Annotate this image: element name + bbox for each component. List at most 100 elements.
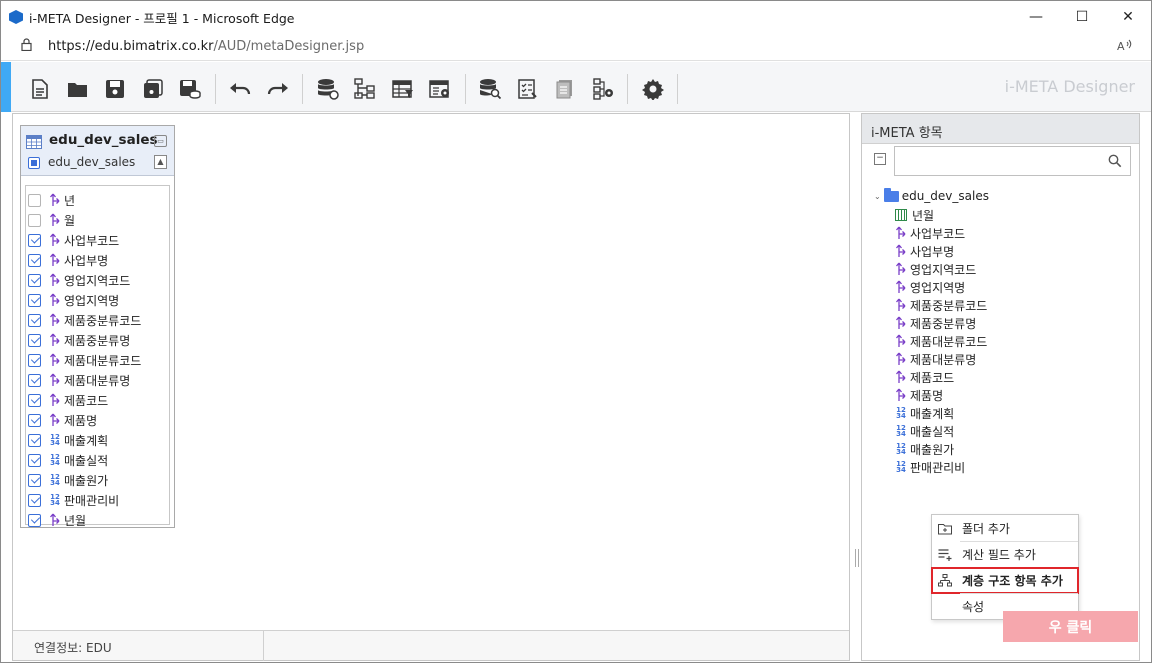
column-checkbox[interactable] — [28, 353, 41, 367]
table-column-row[interactable]: 영업지역코드 — [28, 270, 130, 290]
tree-item[interactable]: 12 34 매출계획 — [895, 404, 954, 422]
gear-icon[interactable] — [640, 76, 666, 102]
column-checkbox[interactable] — [28, 513, 41, 527]
url-host[interactable]: https://edu.bimatrix.co.kr — [48, 39, 213, 54]
table-column-row[interactable]: 12 34 매출원가 — [28, 470, 108, 490]
context-menu: 폴더 추가 계산 필드 추가 계층 구조 항목 추가 속성 — [931, 514, 1079, 620]
tree-item[interactable]: 12 34 매출원가 — [895, 440, 954, 458]
save-as-icon[interactable] — [140, 76, 166, 102]
column-checkbox[interactable] — [28, 233, 41, 247]
table-column-row[interactable]: 제품명 — [28, 410, 97, 430]
close-button[interactable]: ✕ — [1105, 1, 1151, 33]
menu-item-add-calc-field[interactable]: 계산 필드 추가 — [932, 542, 1078, 567]
table-column-row[interactable]: 년월 — [28, 510, 86, 530]
tree-item[interactable]: 사업부코드 — [895, 224, 965, 242]
table-filter-icon[interactable] — [390, 76, 416, 102]
table-column-row[interactable]: 월 — [28, 210, 75, 230]
column-label: 영업지역코드 — [64, 273, 131, 288]
column-checkbox[interactable] — [28, 433, 41, 447]
status-divider — [263, 631, 264, 661]
tree-item[interactable]: 사업부명 — [895, 242, 954, 260]
hierarchy-icon[interactable] — [352, 76, 378, 102]
tree-item[interactable]: 제품중분류코드 — [895, 296, 987, 314]
tree-settings-icon[interactable] — [590, 76, 616, 102]
tree-item[interactable]: 제품명 — [895, 386, 943, 404]
document-icon[interactable] — [552, 76, 578, 102]
design-canvas[interactable]: edu_dev_sales ▭ edu_dev_sales ▲ 년 월 사업부코드 사… — [12, 113, 850, 661]
table-column-row[interactable]: 제품중분류명 — [28, 330, 130, 350]
table-column-row[interactable]: 제품대분류명 — [28, 370, 130, 390]
measure-icon: 12 34 — [50, 493, 60, 507]
menu-item-add-folder[interactable]: 폴더 추가 — [932, 516, 1078, 541]
db-connect-icon[interactable] — [315, 76, 341, 102]
table-settings-icon[interactable] — [427, 76, 453, 102]
column-checkbox[interactable] — [28, 253, 41, 267]
tree-item[interactable]: 12 34 매출실적 — [895, 422, 954, 440]
table-box[interactable]: edu_dev_sales ▭ edu_dev_sales ▲ 년 월 사업부코드 사… — [20, 125, 175, 528]
undo-icon[interactable] — [227, 76, 253, 102]
column-checkbox[interactable] — [28, 213, 41, 227]
tree-item[interactable]: 제품중분류명 — [895, 314, 976, 332]
panel-splitter[interactable] — [855, 549, 859, 567]
menu-item-add-hierarchy[interactable]: 계층 구조 항목 추가 — [931, 567, 1079, 594]
tree-item-label: 제품중분류코드 — [910, 298, 988, 313]
table-alias-checkbox[interactable] — [28, 157, 40, 169]
open-folder-icon[interactable] — [65, 76, 91, 102]
save-icon[interactable] — [102, 76, 128, 102]
collapse-icon[interactable]: ▲ — [154, 155, 167, 169]
table-column-row[interactable]: 12 34 매출계획 — [28, 430, 108, 450]
table-column-row[interactable]: 제품중분류코드 — [28, 310, 141, 330]
column-checkbox[interactable] — [28, 473, 41, 487]
minimize-button[interactable]: — — [1013, 1, 1059, 33]
column-checkbox[interactable] — [28, 313, 41, 327]
tree-item[interactable]: 년월 — [895, 206, 934, 224]
table-column-row[interactable]: 제품코드 — [28, 390, 108, 410]
db-search-icon[interactable] — [477, 76, 503, 102]
table-column-row[interactable]: 제품대분류코드 — [28, 350, 141, 370]
table-box-header[interactable]: edu_dev_sales ▭ edu_dev_sales ▲ — [21, 126, 174, 176]
column-checkbox[interactable] — [28, 393, 41, 407]
tree-item[interactable]: 제품대분류명 — [895, 350, 976, 368]
search-icon[interactable] — [1108, 153, 1122, 172]
maximize-button[interactable]: ☐ — [1059, 1, 1105, 33]
table-grid-icon — [26, 134, 42, 153]
new-doc-icon[interactable] — [27, 76, 53, 102]
table-column-row[interactable]: 12 34 매출실적 — [28, 450, 108, 470]
redo-icon[interactable] — [265, 76, 291, 102]
column-checkbox[interactable] — [28, 193, 41, 207]
table-menu-icon[interactable]: ▭ — [154, 135, 167, 147]
table-column-row[interactable]: 사업부코드 — [28, 230, 119, 250]
table-column-row[interactable]: 년 — [28, 190, 75, 210]
tree-root-item[interactable]: ⌄ edu_dev_sales — [874, 187, 989, 203]
lock-icon[interactable] — [21, 38, 32, 55]
column-checkbox[interactable] — [28, 293, 41, 307]
checklist-icon[interactable] — [515, 76, 541, 102]
read-aloud-icon[interactable]: A — [1117, 39, 1133, 57]
chevron-down-icon[interactable]: ⌄ — [874, 192, 881, 201]
column-checkbox[interactable] — [28, 373, 41, 387]
tree-item[interactable]: 제품코드 — [895, 368, 954, 386]
table-name: edu_dev_sales — [49, 132, 158, 148]
address-bar[interactable]: https://edu.bimatrix.co.kr/AUD/metaDesig… — [1, 33, 1151, 61]
column-checkbox[interactable] — [28, 333, 41, 347]
column-checkbox[interactable] — [28, 453, 41, 467]
tree-item[interactable]: 제품대분류코드 — [895, 332, 987, 350]
toolbar-separator — [464, 74, 466, 104]
table-column-row[interactable]: 12 34 판매관리비 — [28, 490, 119, 510]
column-checkbox[interactable] — [28, 273, 41, 287]
table-column-row[interactable]: 사업부명 — [28, 250, 108, 270]
search-input[interactable] — [894, 146, 1131, 176]
column-checkbox[interactable] — [28, 493, 41, 507]
table-column-row[interactable]: 영업지역명 — [28, 290, 119, 310]
tree-item[interactable]: 영업지역명 — [895, 278, 965, 296]
panel-title: i-META 항목 — [862, 114, 1139, 144]
save-to-server-icon[interactable] — [177, 76, 203, 102]
tree-item[interactable]: 영업지역코드 — [895, 260, 976, 278]
url-path[interactable]: /AUD/metaDesigner.jsp — [213, 39, 364, 54]
measure-icon: 12 34 — [896, 424, 906, 438]
collapse-all-icon[interactable]: − — [874, 153, 886, 165]
column-label: 제품대분류코드 — [64, 353, 142, 368]
column-checkbox[interactable] — [28, 413, 41, 427]
dimension-icon — [49, 273, 64, 287]
tree-item[interactable]: 12 34 판매관리비 — [895, 458, 965, 476]
